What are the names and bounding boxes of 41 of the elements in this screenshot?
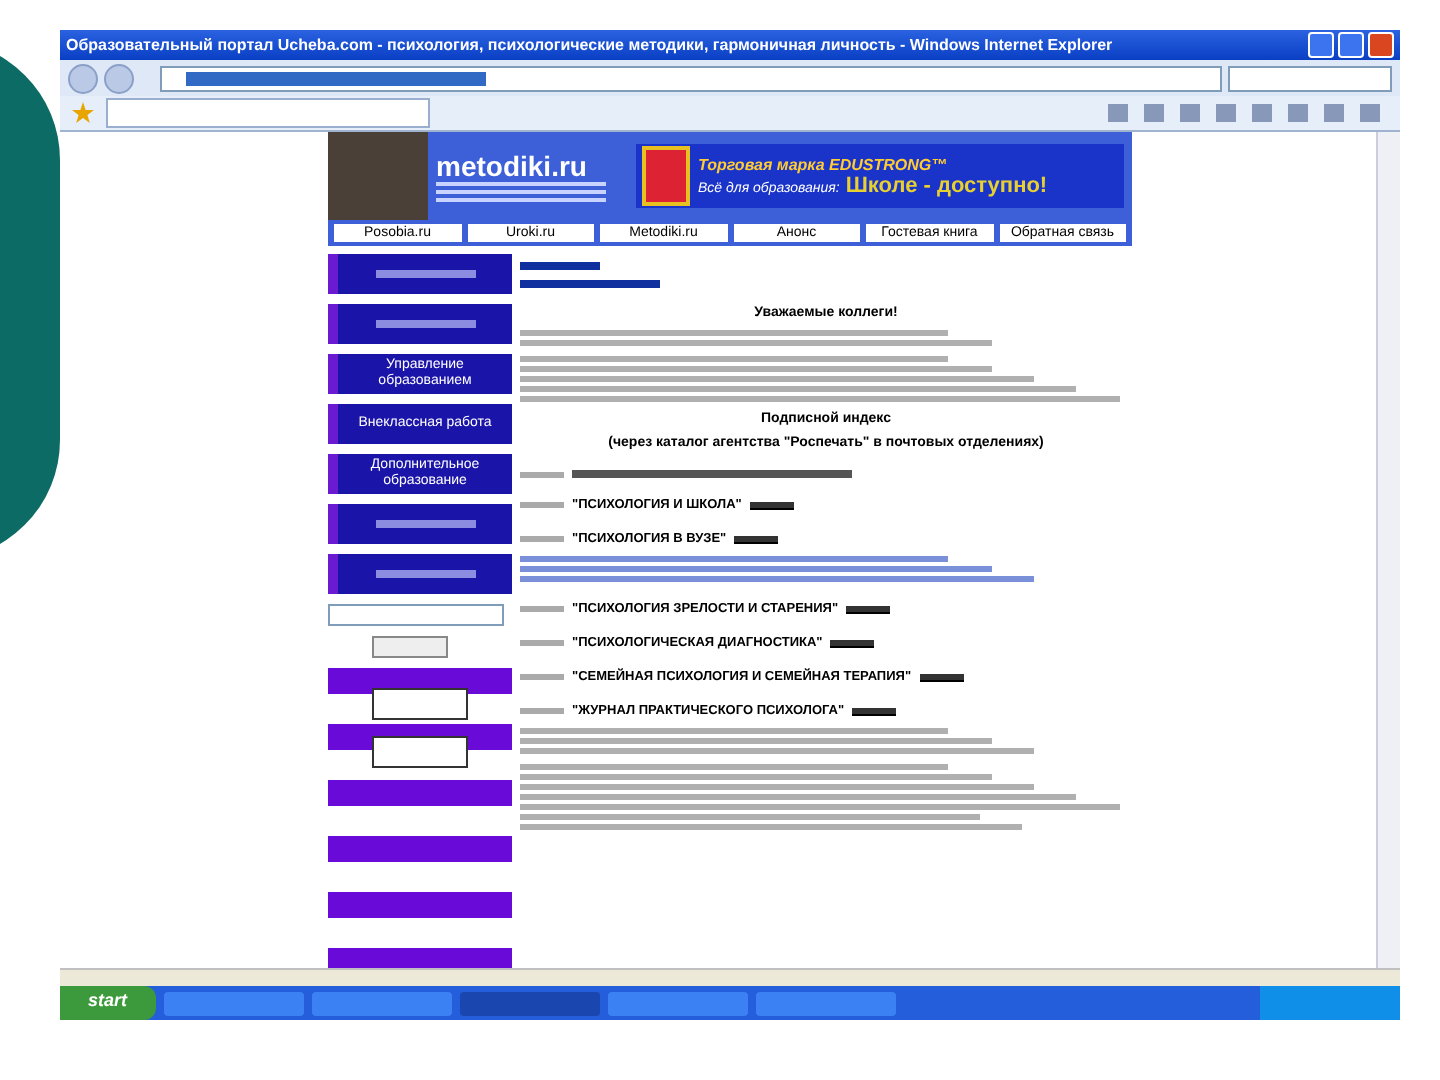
blurred-text-drawing bbox=[520, 536, 564, 542]
blurred-link-drawing[interactable] bbox=[852, 707, 897, 715]
blurred-text-drawing bbox=[375, 520, 475, 528]
window-title: Образовательный портал Ucheba.com - психология, психологические методики, гармоничная личность - Windows Internet Explorer bbox=[66, 36, 1115, 54]
blurred-text-drawing bbox=[375, 320, 475, 328]
address-field[interactable] bbox=[160, 65, 1222, 91]
menu-button[interactable] bbox=[328, 504, 512, 544]
browser-tab[interactable] bbox=[106, 98, 430, 128]
maximize-button[interactable] bbox=[1338, 32, 1364, 58]
blurred-link-drawing[interactable] bbox=[734, 535, 779, 543]
blurred-link-drawing[interactable] bbox=[749, 501, 794, 509]
favorites-star-icon[interactable] bbox=[72, 102, 94, 124]
scrollbar[interactable] bbox=[1376, 132, 1400, 968]
banner-button[interactable] bbox=[372, 688, 468, 720]
banner-button[interactable] bbox=[372, 736, 468, 768]
menu-button[interactable] bbox=[328, 304, 512, 344]
blurred-text-drawing bbox=[375, 570, 475, 578]
photo-placeholder bbox=[328, 132, 428, 220]
blurred-link-drawing[interactable] bbox=[830, 639, 875, 647]
menu-button[interactable] bbox=[328, 254, 512, 294]
search-field[interactable] bbox=[1228, 65, 1392, 91]
blurred-link-drawing[interactable] bbox=[846, 605, 891, 613]
blurred-text-drawing bbox=[520, 502, 564, 508]
search-button[interactable] bbox=[372, 636, 448, 658]
start-button[interactable]: start bbox=[60, 986, 156, 1020]
blurred-text-drawing bbox=[520, 708, 564, 714]
close-button[interactable] bbox=[1368, 32, 1394, 58]
blurred-text-drawing bbox=[375, 270, 475, 278]
dropdown[interactable] bbox=[328, 604, 504, 626]
brand-line: Торговая марка EDUSTRONG™ bbox=[698, 155, 950, 173]
blurred-text-drawing bbox=[520, 606, 564, 612]
slogan: Школе - доступно! bbox=[845, 173, 1048, 197]
site-logo: metodiki.ru bbox=[436, 150, 589, 182]
blurred-text-drawing bbox=[520, 674, 564, 680]
menu-button[interactable] bbox=[328, 554, 512, 594]
system-tray bbox=[1260, 986, 1400, 1020]
emblem-icon bbox=[642, 146, 690, 206]
blurred-text-drawing bbox=[520, 640, 564, 646]
minimize-button[interactable] bbox=[1308, 32, 1334, 58]
blurred-link-drawing[interactable] bbox=[919, 673, 964, 681]
blurred-text-drawing bbox=[520, 471, 564, 477]
